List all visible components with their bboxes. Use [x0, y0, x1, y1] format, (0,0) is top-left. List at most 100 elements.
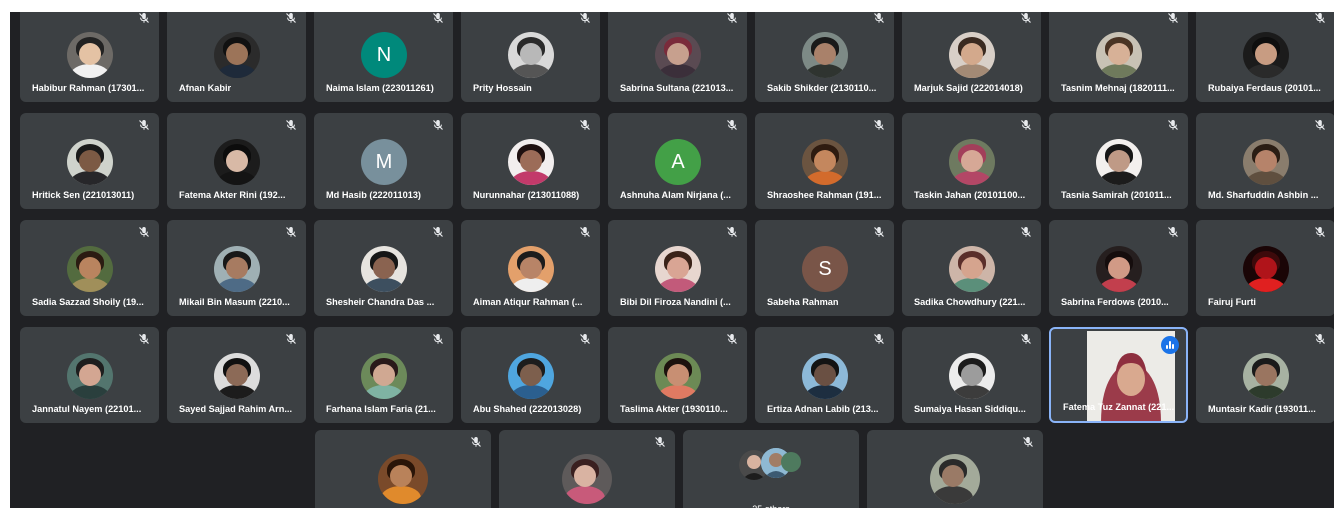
mic-off-icon	[579, 225, 591, 237]
mic-off-icon	[138, 118, 150, 130]
audio-level-icon	[1161, 336, 1179, 354]
participant-tile[interactable]: Marjuk Sajid (222014018)	[902, 12, 1041, 102]
avatar	[361, 353, 407, 399]
mic-off-icon	[432, 118, 444, 130]
mic-off-icon	[1167, 225, 1179, 237]
participant-name: Taslima Akter (1930110...	[620, 404, 728, 414]
mic-off-icon	[654, 435, 666, 447]
participant-name: Shesheir Chandra Das ...	[326, 297, 435, 307]
participant-name: Tasnia Samirah (201011...	[1061, 190, 1172, 200]
participant-tile[interactable]: Shesheir Chandra Das ...	[314, 220, 453, 316]
participant-tile[interactable]: Farhana Islam Faria (21...	[314, 327, 453, 423]
avatar-initial: M	[361, 139, 407, 185]
participant-tile[interactable]: S Sabeha Rahman	[755, 220, 894, 316]
avatar	[949, 139, 995, 185]
avatar	[562, 454, 612, 504]
avatar	[214, 246, 260, 292]
mic-off-icon	[1020, 332, 1032, 344]
participant-tile[interactable]: Nurunnahar (213011088)	[461, 113, 600, 209]
participant-tile[interactable]: Sadia Sazzad Shoily (19...	[20, 220, 159, 316]
participant-name: Jannatul Nayem (22101...	[32, 404, 142, 414]
participant-name: Prity Hossain	[473, 83, 532, 93]
participant-tile[interactable]: Sabrina Ferdows (2010...	[1049, 220, 1188, 316]
mic-off-icon	[1314, 118, 1326, 130]
mic-off-icon	[285, 332, 297, 344]
avatar	[508, 246, 554, 292]
participant-tile[interactable]: Fatema Tuz Zannat (221...	[1049, 327, 1188, 423]
mic-off-icon	[873, 225, 885, 237]
participant-tile[interactable]: A Ashnuha Alam Nirjana (...	[608, 113, 747, 209]
participant-name: Habibur Rahman (17301...	[32, 83, 145, 93]
participant-name: Ertiza Adnan Labib (213...	[767, 404, 879, 414]
participant-tile[interactable]: Hritick Sen (221013011)	[20, 113, 159, 209]
mic-off-icon	[1167, 12, 1179, 23]
mic-off-icon	[873, 332, 885, 344]
participant-tile[interactable]: Mikail Bin Masum (2210...	[167, 220, 306, 316]
participant-name: Shraoshee Rahman (191...	[767, 190, 882, 200]
participant-tile[interactable]: Ertiza Adnan Labib (213...	[755, 327, 894, 423]
participant-tile[interactable]: Jannatul Nayem (22101...	[20, 327, 159, 423]
participant-tile[interactable]: Abu Shahed (222013028)	[461, 327, 600, 423]
participant-tile[interactable]	[315, 430, 491, 508]
participant-tile[interactable]: Bibi Dil Firoza Nandini (...	[608, 220, 747, 316]
participant-tile[interactable]: Tasnia Samirah (201011...	[1049, 113, 1188, 209]
avatar	[67, 246, 113, 292]
avatar	[214, 353, 260, 399]
avatar	[1096, 139, 1142, 185]
participant-tile[interactable]: Shraoshee Rahman (191...	[755, 113, 894, 209]
mic-off-icon	[873, 12, 885, 23]
participant-tile[interactable]: Md. Sharfuddin Ashbin ...	[1196, 113, 1334, 209]
participant-tile[interactable]	[867, 430, 1043, 508]
participant-name: Rubaiya Ferdaus (20101...	[1208, 83, 1321, 93]
mic-off-icon	[1020, 225, 1032, 237]
avatar	[949, 353, 995, 399]
participant-tile[interactable]: Prity Hossain	[461, 12, 600, 102]
participant-name: Sayed Sajjad Rahim Arn...	[179, 404, 293, 414]
participant-name: Md. Sharfuddin Ashbin ...	[1208, 190, 1319, 200]
participant-name: Marjuk Sajid (222014018)	[914, 83, 1023, 93]
mic-off-icon	[726, 12, 738, 23]
participant-tile[interactable]: Sabrina Sultana (221013...	[608, 12, 747, 102]
participant-tile[interactable]: Fatema Akter Rini (192...	[167, 113, 306, 209]
participant-tile[interactable]: Fairuj Furti	[1196, 220, 1334, 316]
mic-off-icon	[1314, 332, 1326, 344]
participant-tile[interactable]: Afnan Kabir	[167, 12, 306, 102]
avatar	[949, 246, 995, 292]
participant-tile[interactable]	[499, 430, 675, 508]
mic-off-icon	[1020, 118, 1032, 130]
avatar	[1243, 32, 1289, 78]
mic-off-icon	[726, 332, 738, 344]
participant-name: Sumaiya Hasan Siddiqu...	[914, 404, 1026, 414]
participant-tile[interactable]: N Naima Islam (223011261)	[314, 12, 453, 102]
participant-tile[interactable]: Sakib Shikder (2130110...	[755, 12, 894, 102]
participant-tile[interactable]: Habibur Rahman (17301...	[20, 12, 159, 102]
avatar	[378, 454, 428, 504]
participant-name: Farhana Islam Faria (21...	[326, 404, 436, 414]
participant-name: Mikail Bin Masum (2210...	[179, 297, 290, 307]
participant-tile[interactable]: Sumaiya Hasan Siddiqu...	[902, 327, 1041, 423]
participant-tile[interactable]: Aiman Atiqur Rahman (...	[461, 220, 600, 316]
participant-tile[interactable]: Rubaiya Ferdaus (20101...	[1196, 12, 1334, 102]
participant-tile[interactable]: Sayed Sajjad Rahim Arn...	[167, 327, 306, 423]
meeting-grid: Habibur Rahman (17301... Afnan Kabir N Naim…	[10, 12, 1334, 508]
participant-tile[interactable]: Taskin Jahan (20101100...	[902, 113, 1041, 209]
mic-off-icon	[1314, 12, 1326, 23]
mic-off-icon	[726, 225, 738, 237]
avatar	[655, 246, 701, 292]
mic-off-icon	[1314, 225, 1326, 237]
participant-name: Md Hasib (222011013)	[326, 190, 421, 200]
participant-name: Aiman Atiqur Rahman (...	[473, 297, 583, 307]
participant-name: Sadia Sazzad Shoily (19...	[32, 297, 144, 307]
avatar	[930, 454, 980, 504]
participant-name: Bibi Dil Firoza Nandini (...	[620, 297, 731, 307]
avatar	[508, 139, 554, 185]
participant-tile[interactable]: Sadika Chowdhury (221...	[902, 220, 1041, 316]
others-tile[interactable]: 25 others	[683, 430, 859, 508]
avatar	[781, 452, 801, 472]
participant-tile[interactable]: Muntasir Kadir (193011...	[1196, 327, 1334, 423]
participant-tile[interactable]: Taslima Akter (1930110...	[608, 327, 747, 423]
participant-tile[interactable]: M Md Hasib (222011013)	[314, 113, 453, 209]
avatar	[361, 246, 407, 292]
mic-off-icon	[470, 435, 482, 447]
participant-tile[interactable]: Tasnim Mehnaj (1820111...	[1049, 12, 1188, 102]
